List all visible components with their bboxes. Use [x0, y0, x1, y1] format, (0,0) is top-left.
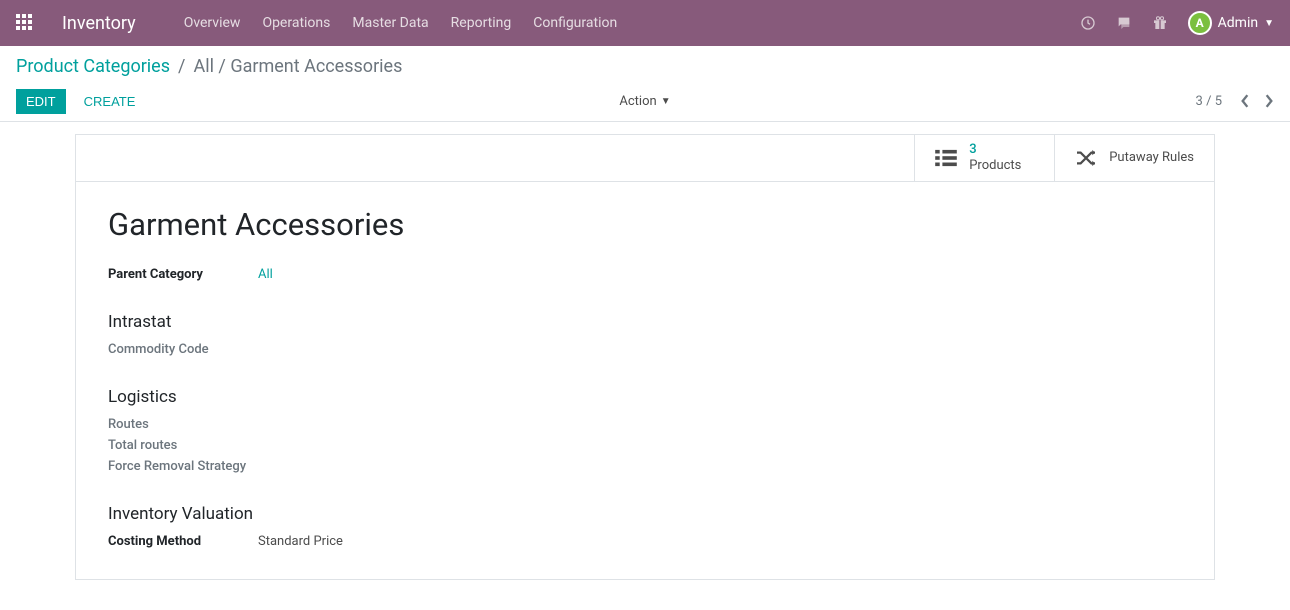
action-label: Action	[619, 94, 656, 109]
section-intrastat: Intrastat	[108, 312, 1182, 332]
list-icon	[935, 149, 957, 167]
topbar-right: A Admin ▼	[1080, 11, 1274, 35]
stat-putaway-button[interactable]: Putaway Rules	[1054, 135, 1214, 181]
brand-title: Inventory	[62, 13, 136, 34]
shuffle-icon	[1075, 149, 1097, 167]
sheet-body: Garment Accessories Parent Category All …	[76, 182, 1214, 579]
menu-reporting[interactable]: Reporting	[451, 15, 512, 31]
menu-operations[interactable]: Operations	[262, 15, 330, 31]
parent-category-label: Parent Category	[108, 267, 258, 282]
menu-configuration[interactable]: Configuration	[533, 15, 617, 31]
pager-next[interactable]	[1264, 94, 1274, 108]
edit-button[interactable]: Edit	[16, 89, 66, 114]
products-label: Products	[969, 158, 1021, 174]
avatar: A	[1188, 11, 1212, 35]
pager-text: 3 / 5	[1196, 94, 1222, 109]
menu-overview[interactable]: Overview	[184, 15, 241, 31]
costing-method-value: Standard Price	[258, 534, 343, 549]
force-removal-label: Force Removal Strategy	[108, 459, 1182, 474]
section-logistics: Logistics	[108, 387, 1182, 407]
pager: 3 / 5	[1196, 94, 1274, 109]
pager-prev[interactable]	[1240, 94, 1250, 108]
costing-method-label: Costing Method	[108, 534, 258, 549]
routes-label: Routes	[108, 417, 1182, 432]
activity-icon[interactable]	[1080, 15, 1096, 31]
button-box: 3 Products Putaway Rules	[76, 135, 1214, 182]
action-dropdown[interactable]: Action ▼	[619, 94, 670, 109]
products-count: 3	[969, 142, 1021, 158]
record-title: Garment Accessories	[108, 206, 1182, 243]
create-button[interactable]: Create	[74, 89, 146, 114]
menu-master-data[interactable]: Master Data	[352, 15, 428, 31]
chat-icon[interactable]	[1116, 15, 1132, 31]
total-routes-label: Total routes	[108, 438, 1182, 453]
caret-down-icon: ▼	[661, 96, 671, 107]
caret-down-icon: ▼	[1264, 18, 1274, 29]
user-name: Admin	[1218, 15, 1258, 31]
breadcrumb: Product Categories / All / Garment Acces…	[16, 56, 1274, 77]
breadcrumb-current: All / Garment Accessories	[193, 56, 402, 77]
putaway-label: Putaway Rules	[1109, 150, 1194, 166]
gift-icon[interactable]	[1152, 15, 1168, 31]
user-menu[interactable]: A Admin ▼	[1188, 11, 1274, 35]
form-sheet: 3 Products Putaway Rules Garment Accesso…	[75, 134, 1215, 580]
field-costing-method: Costing Method Standard Price	[108, 534, 1182, 549]
topbar: Inventory Overview Operations Master Dat…	[0, 0, 1290, 46]
commodity-code-label: Commodity Code	[108, 342, 1182, 357]
stat-products-button[interactable]: 3 Products	[914, 135, 1054, 181]
breadcrumb-separator: /	[178, 56, 185, 77]
breadcrumb-root[interactable]: Product Categories	[16, 56, 170, 77]
form-sheet-wrapper: 3 Products Putaway Rules Garment Accesso…	[75, 134, 1215, 580]
field-parent-category: Parent Category All	[108, 267, 1182, 282]
control-row: Edit Create Action ▼ 3 / 5	[16, 87, 1274, 115]
section-valuation: Inventory Valuation	[108, 504, 1182, 524]
apps-icon[interactable]	[16, 14, 34, 32]
parent-category-value[interactable]: All	[258, 267, 273, 282]
main-menu: Overview Operations Master Data Reportin…	[184, 15, 618, 31]
control-panel: Product Categories / All / Garment Acces…	[0, 46, 1290, 122]
